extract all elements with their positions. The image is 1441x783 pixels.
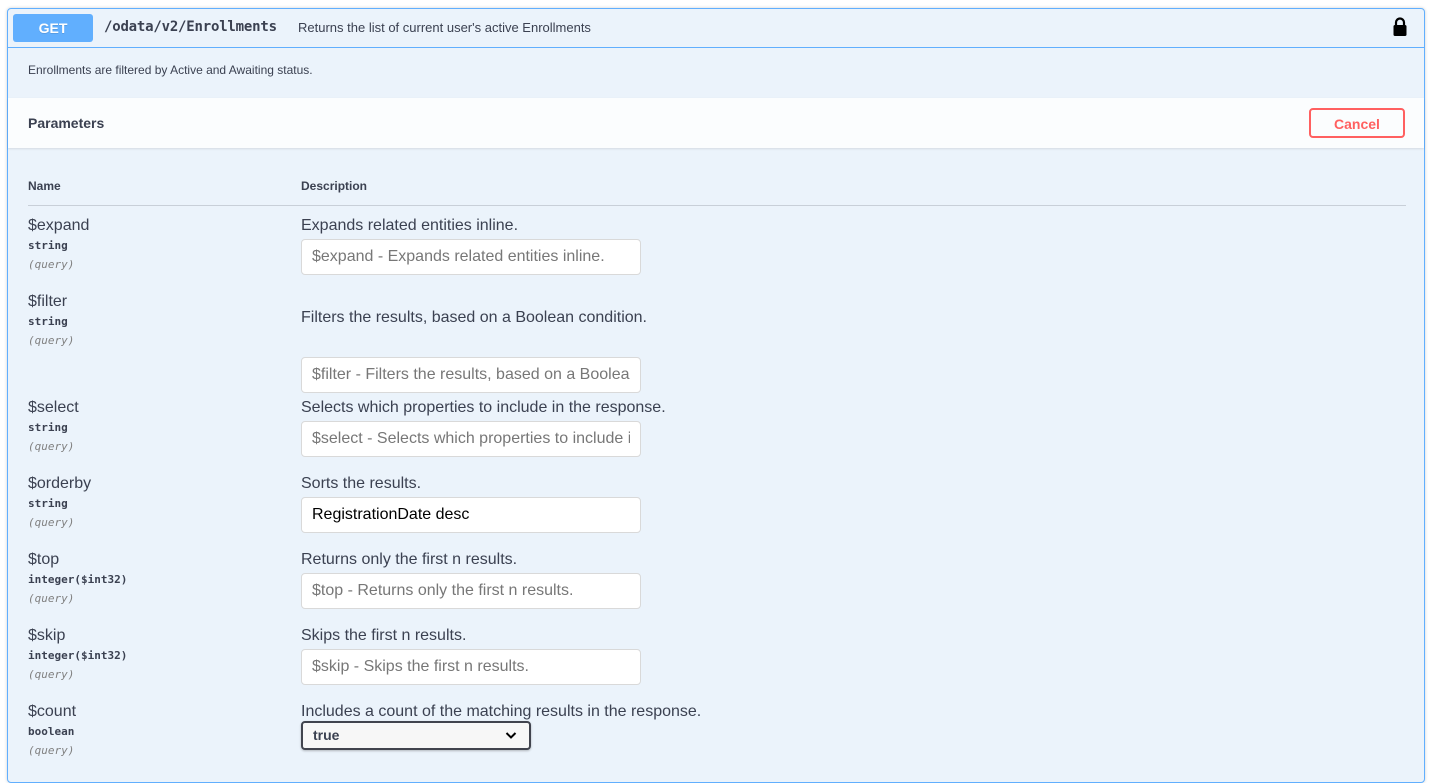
param-description: Includes a count of the matching results…: [301, 703, 702, 720]
param-location: (query): [28, 592, 75, 605]
select-input[interactable]: [301, 421, 641, 457]
param-description: Returns only the first n results.: [301, 551, 518, 568]
param-location: (query): [28, 516, 75, 529]
parameters-header: Parameters Cancel: [8, 98, 1424, 148]
param-name: $count: [28, 703, 77, 720]
param-location: (query): [28, 668, 75, 681]
param-type: integer($int32): [28, 649, 128, 662]
filter-input[interactable]: [301, 357, 641, 393]
param-location: (query): [28, 334, 75, 347]
param-location: (query): [28, 440, 75, 453]
param-description: Skips the first n results.: [301, 627, 467, 644]
count-select[interactable]: true: [301, 721, 531, 750]
count-select-value: true: [313, 727, 340, 743]
cancel-button[interactable]: Cancel: [1309, 108, 1405, 138]
param-name: $filter: [28, 293, 68, 310]
endpoint-summary: Returns the list of current user's activ…: [298, 20, 591, 35]
column-header-description: Description: [301, 179, 368, 193]
param-name: $top: [28, 551, 60, 568]
column-header-name: Name: [28, 179, 61, 193]
param-type: string: [28, 421, 68, 434]
param-description: Filters the results, based on a Boolean …: [301, 309, 647, 326]
operation-summary[interactable]: GET /odata/v2/Enrollments Returns the li…: [8, 9, 1424, 48]
param-location: (query): [28, 744, 75, 757]
param-location: (query): [28, 258, 75, 271]
top-input[interactable]: [301, 573, 641, 609]
param-type: string: [28, 315, 68, 328]
operation-block: GET /odata/v2/Enrollments Returns the li…: [7, 8, 1425, 783]
param-type: integer($int32): [28, 573, 128, 586]
param-type: string: [28, 497, 68, 510]
chevron-down-icon: [505, 732, 517, 739]
orderby-input[interactable]: [301, 497, 641, 533]
param-description: Selects which properties to include in t…: [301, 399, 666, 416]
expand-input[interactable]: [301, 239, 641, 275]
param-description: Sorts the results.: [301, 475, 422, 492]
param-name: $skip: [28, 627, 66, 644]
skip-input[interactable]: [301, 649, 641, 685]
param-description: Expands related entities inline.: [301, 217, 519, 234]
param-type: boolean: [28, 725, 75, 738]
parameters-title: Parameters: [28, 115, 105, 131]
param-name: $select: [28, 399, 79, 416]
param-name: $expand: [28, 217, 90, 234]
endpoint-path: /odata/v2/Enrollments: [104, 19, 277, 35]
http-method-badge: GET: [13, 14, 93, 42]
header-divider: [28, 205, 1406, 206]
lock-icon[interactable]: [1392, 17, 1408, 37]
endpoint-description: Enrollments are filtered by Active and A…: [28, 63, 313, 77]
param-name: $orderby: [28, 475, 92, 492]
param-type: string: [28, 239, 68, 252]
